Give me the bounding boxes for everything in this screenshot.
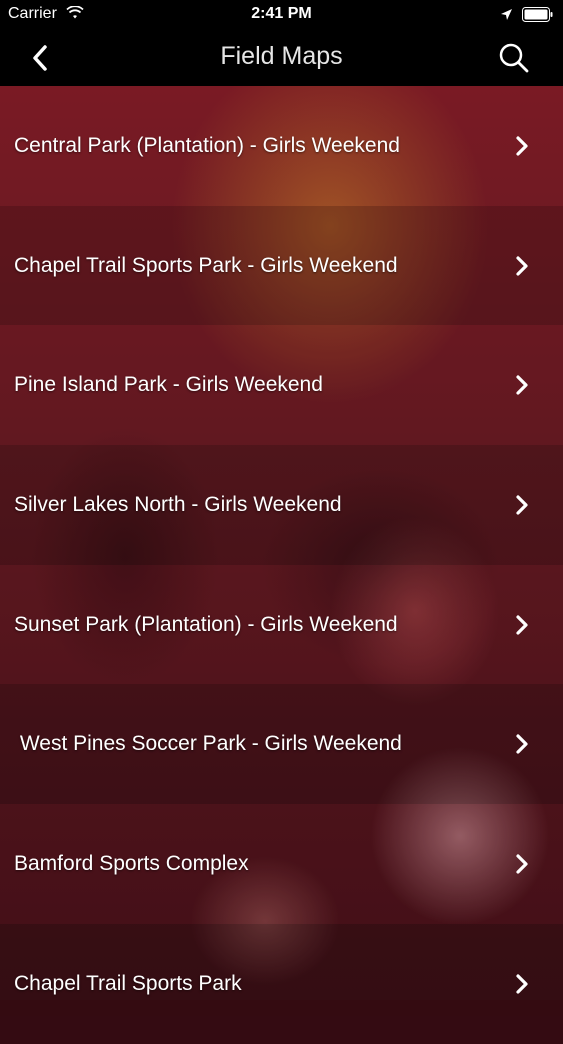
- chevron-right-icon: [516, 495, 528, 515]
- list-item[interactable]: Bamford Sports Complex: [0, 804, 563, 924]
- search-button[interactable]: [494, 38, 534, 78]
- list-item[interactable]: Pine Island Park - Girls Weekend: [0, 325, 563, 446]
- chevron-right-icon: [516, 614, 528, 635]
- list-item-label: Sunset Park (Plantation) - Girls Weekend: [14, 612, 398, 636]
- battery-icon: [522, 7, 554, 27]
- list-item[interactable]: Chapel Trail Sports Park - Girls Weekend: [0, 205, 563, 326]
- chevron-right-icon: [516, 255, 528, 276]
- chevron-right-icon: [516, 974, 528, 994]
- field-map-list: Central Park (Plantation) - Girls Weeken…: [0, 86, 563, 1044]
- status-time: 2:41 PM: [251, 5, 312, 22]
- list-item[interactable]: West Pines Soccer Park - Girls Weekend: [0, 684, 563, 805]
- list-item[interactable]: Silver Lakes North - Girls Weekend: [0, 445, 563, 565]
- location-arrow-icon: [500, 8, 513, 26]
- list-item-label: Pine Island Park - Girls Weekend: [14, 373, 323, 397]
- navigation-bar: Field Maps: [0, 30, 563, 86]
- list-item[interactable]: Central Park (Plantation) - Girls Weeken…: [0, 86, 563, 206]
- list-item-label: Central Park (Plantation) - Girls Weeken…: [14, 133, 400, 157]
- chevron-right-icon: [516, 375, 528, 395]
- chevron-right-icon: [516, 854, 528, 874]
- list-item-label: Bamford Sports Complex: [14, 851, 249, 875]
- list-item-label: West Pines Soccer Park - Girls Weekend: [14, 732, 402, 756]
- search-icon: [499, 43, 529, 73]
- page-title: Field Maps: [220, 42, 343, 70]
- chevron-right-icon: [516, 734, 528, 754]
- list-item[interactable]: Sunset Park (Plantation) - Girls Weekend: [0, 564, 563, 685]
- status-bar: Carrier 2:41 PM: [0, 0, 563, 30]
- chevron-right-icon: [516, 136, 528, 156]
- list-item-label: Chapel Trail Sports Park: [14, 971, 242, 995]
- list-item-label: Silver Lakes North - Girls Weekend: [14, 492, 342, 516]
- list-item[interactable]: Chapel Trail Sports Park: [0, 923, 563, 1044]
- list-item-label: Chapel Trail Sports Park - Girls Weekend: [14, 253, 398, 277]
